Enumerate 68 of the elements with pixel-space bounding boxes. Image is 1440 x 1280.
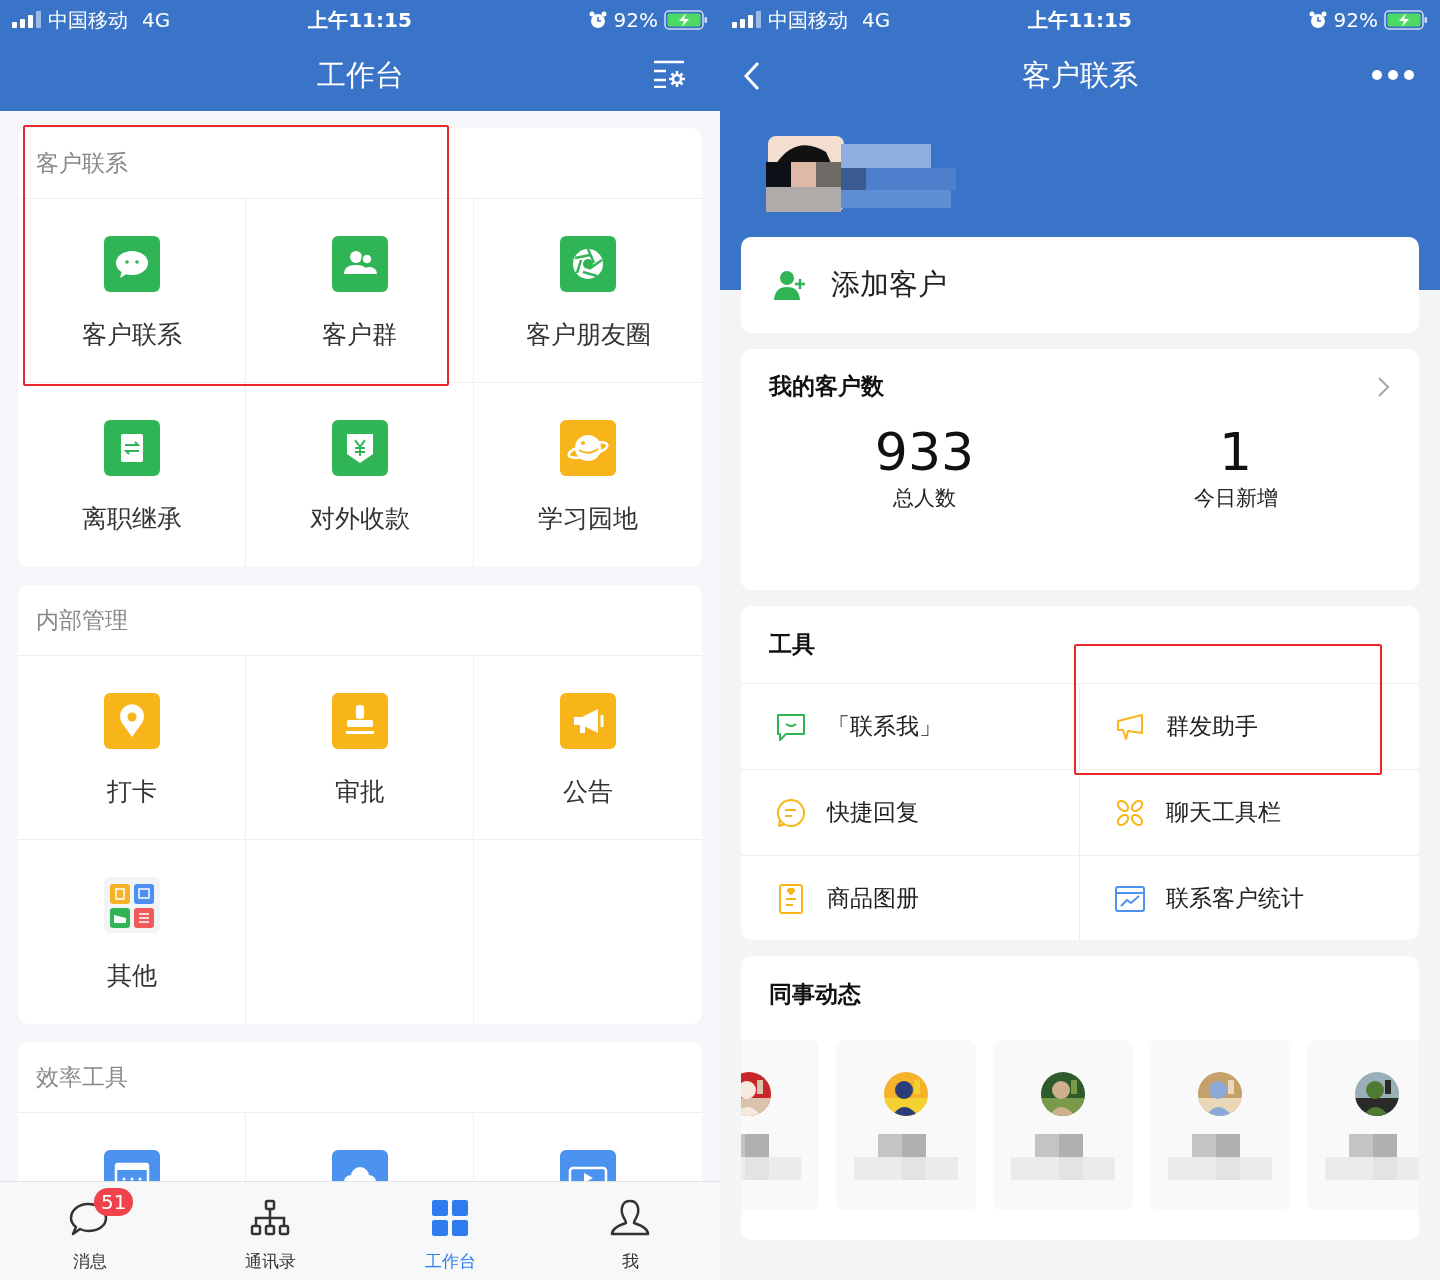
card-title: 工具 <box>769 630 815 659</box>
signal-icon <box>12 11 42 29</box>
clock-time: 上午11:15 <box>1028 6 1132 34</box>
colleague-card[interactable] <box>1307 1040 1419 1210</box>
tool-item[interactable]: 快捷回复 <box>741 770 1080 856</box>
clock-time: 上午11:15 <box>308 6 412 34</box>
pin-app-icon <box>103 693 160 749</box>
tool-item[interactable]: 群发助手 <box>1080 684 1419 770</box>
app-label[interactable]: 其他 <box>106 959 157 992</box>
page-title: 工作台 <box>316 56 404 94</box>
card-title: 同事动态 <box>769 979 861 1009</box>
tab-item[interactable]: 我 <box>540 1182 720 1280</box>
megaphone-app-icon <box>560 693 616 749</box>
app-label[interactable]: 客户群 <box>322 318 397 351</box>
battery-icon <box>1384 10 1428 30</box>
add-customer-button[interactable]: 添加客户 <box>741 237 1419 333</box>
chat-app-icon <box>103 236 160 292</box>
tab-item[interactable]: 51 消息 <box>0 1182 180 1280</box>
section-title: 客户联系 <box>36 148 128 178</box>
app-label[interactable]: 客户朋友圈 <box>525 318 651 351</box>
section-title: 效率工具 <box>36 1062 128 1092</box>
person-icon <box>608 1198 652 1238</box>
stamp-app-icon <box>331 693 388 749</box>
colleague-card[interactable] <box>993 1040 1133 1210</box>
back-icon[interactable] <box>742 60 762 92</box>
carrier-name: 中国移动 <box>48 6 128 34</box>
stat-value: 1 <box>1218 421 1253 484</box>
group-app-icon <box>331 236 388 292</box>
stat-label: 今日新增 <box>1193 485 1278 512</box>
card-title: 我的客户数 <box>769 372 884 401</box>
battery-percent: 92% <box>1333 8 1378 32</box>
yen-app-icon <box>331 420 388 476</box>
app-label[interactable]: 客户联系 <box>81 318 182 351</box>
settings-icon[interactable] <box>654 60 686 88</box>
apps-icon <box>103 877 160 933</box>
battery-percent: 92% <box>613 8 658 32</box>
stat-value: 933 <box>874 421 975 484</box>
app-label[interactable]: 学习园地 <box>538 502 638 535</box>
planet-app-icon <box>560 420 616 476</box>
customer-count-card[interactable]: 我的客户数 933 总人数 1 今日新增 <box>741 349 1419 590</box>
carrier-name: 中国移动 <box>768 6 848 34</box>
alarm-icon <box>587 10 608 30</box>
tab-item[interactable]: 通讯录 <box>180 1182 360 1280</box>
aperture-app-icon <box>560 236 616 292</box>
tool-item[interactable]: 商品图册 <box>741 856 1080 941</box>
tool-item[interactable]: 聊天工具栏 <box>1080 770 1419 856</box>
app-label[interactable]: 离职继承 <box>81 502 182 535</box>
alarm-icon <box>1307 10 1328 30</box>
transfer-app-icon <box>103 420 160 476</box>
section-title: 内部管理 <box>36 605 128 635</box>
network-type: 4G <box>142 8 171 32</box>
network-type: 4G <box>862 8 891 32</box>
tool-item[interactable]: 联系客户统计 <box>1080 856 1419 941</box>
stat-label: 总人数 <box>893 485 956 512</box>
tab-item[interactable]: 工作台 <box>360 1182 540 1280</box>
more-icon[interactable] <box>1372 70 1414 80</box>
app-label[interactable]: 审批 <box>334 775 385 808</box>
reply-icon <box>775 796 807 829</box>
unread-badge: 51 <box>94 1188 134 1216</box>
page-title: 客户联系 <box>1022 56 1138 94</box>
app-label[interactable]: 公告 <box>563 775 613 808</box>
battery-icon <box>664 10 708 30</box>
app-label[interactable]: 打卡 <box>106 775 157 808</box>
chevron-right-icon <box>1377 375 1391 398</box>
tool-item[interactable]: 「联系我」 <box>741 684 1080 770</box>
org-chart-icon <box>248 1198 292 1238</box>
app-label[interactable]: 对外收款 <box>309 502 410 535</box>
signal-icon <box>732 11 762 29</box>
